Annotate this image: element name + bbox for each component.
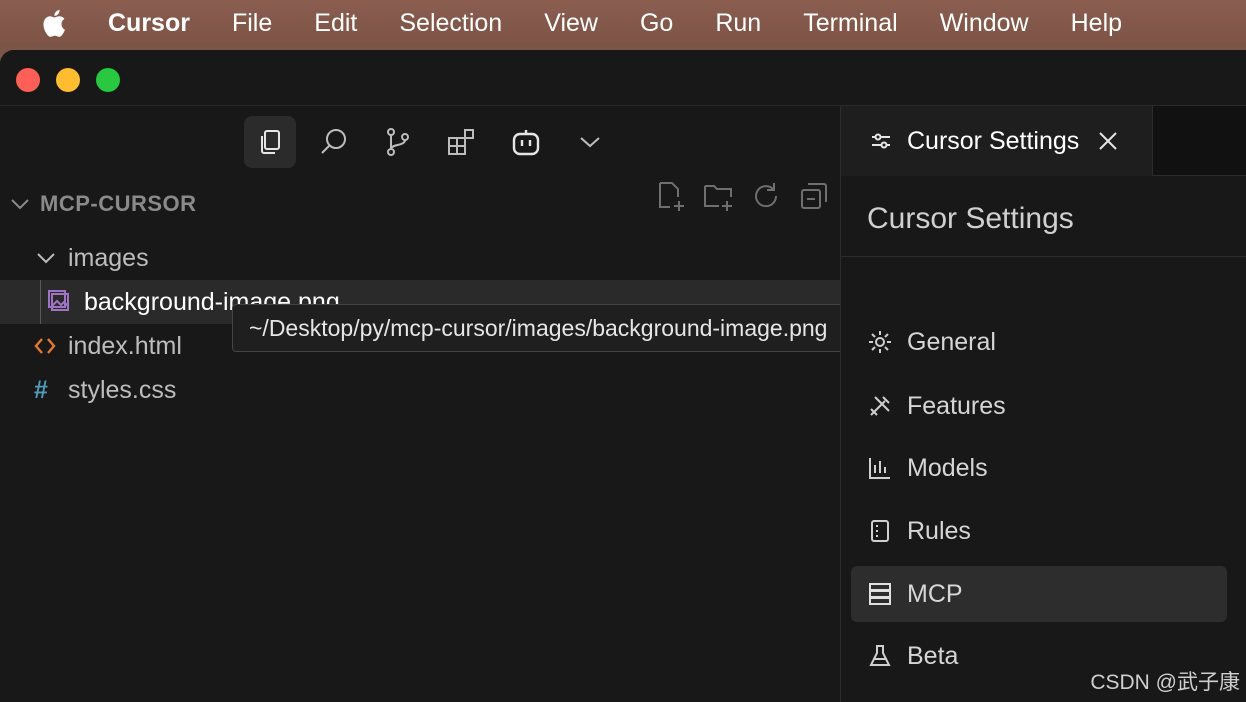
nav-item-rules[interactable]: Rules	[851, 503, 1227, 559]
chevron-down-icon	[37, 253, 55, 264]
menu-terminal[interactable]: Terminal	[803, 9, 897, 38]
collapse-all-icon[interactable]	[798, 180, 830, 212]
menu-edit[interactable]: Edit	[314, 9, 357, 38]
menu-selection[interactable]: Selection	[399, 9, 502, 38]
apple-icon[interactable]	[40, 7, 68, 39]
explorer-actions	[654, 180, 830, 212]
nav-label: Beta	[907, 641, 959, 670]
server-icon	[869, 583, 891, 605]
close-window-button[interactable]	[16, 68, 40, 92]
nav-item-general[interactable]: General	[851, 314, 1227, 370]
files-icon[interactable]	[244, 116, 296, 168]
nav-label: MCP	[907, 579, 963, 608]
nav-label: General	[907, 327, 996, 356]
tree-item-label: styles.css	[68, 375, 177, 404]
title-bar	[0, 50, 1246, 106]
new-folder-icon[interactable]	[702, 180, 734, 212]
menu-go[interactable]: Go	[640, 9, 673, 38]
tree-item-file[interactable]: # styles.css	[0, 368, 840, 412]
menu-view[interactable]: View	[544, 9, 598, 38]
indent-guide	[40, 280, 41, 324]
nav-item-features[interactable]: Features	[851, 378, 1227, 434]
tab-bar-empty	[1153, 106, 1246, 176]
flask-icon	[869, 645, 891, 666]
menu-file[interactable]: File	[232, 9, 272, 38]
watermark: CSDN @武子康	[1090, 671, 1240, 694]
menu-run[interactable]: Run	[715, 9, 761, 38]
source-control-icon[interactable]	[372, 116, 424, 168]
css-file-icon: #	[34, 375, 48, 404]
chevron-down-icon[interactable]	[564, 116, 616, 168]
extensions-icon[interactable]	[436, 116, 488, 168]
settings-sliders-icon	[872, 133, 890, 149]
refresh-icon[interactable]	[750, 180, 782, 212]
nav-label: Models	[907, 453, 988, 482]
menu-cursor[interactable]: Cursor	[108, 9, 190, 38]
tab-cursor-settings[interactable]: Cursor Settings	[841, 106, 1153, 176]
gear-icon	[869, 331, 891, 353]
tools-icon	[870, 396, 890, 416]
menu-window[interactable]: Window	[940, 9, 1029, 38]
image-file-icon	[48, 290, 69, 311]
html-file-icon	[34, 338, 56, 354]
nav-item-models[interactable]: Models	[851, 440, 1227, 496]
divider	[841, 256, 1246, 257]
chart-icon	[869, 458, 890, 479]
minimize-window-button[interactable]	[56, 68, 80, 92]
tree-item-label: images	[68, 243, 149, 272]
explorer-panel: MCP-CURSOR images background-image.png i…	[0, 106, 840, 702]
nav-label: Features	[907, 391, 1006, 420]
tree-item-folder[interactable]: images	[0, 236, 840, 280]
menu-bar: Cursor File Edit Selection View Go Run T…	[0, 0, 1246, 46]
nav-label: Rules	[907, 516, 971, 545]
tree-item-label: index.html	[68, 331, 182, 360]
close-icon[interactable]	[1097, 130, 1119, 152]
search-icon[interactable]	[308, 116, 360, 168]
tab-label: Cursor Settings	[907, 126, 1080, 155]
workspace-title: MCP-CURSOR	[40, 191, 197, 216]
new-file-icon[interactable]	[654, 180, 686, 212]
editor-window: MCP-CURSOR images background-image.png i…	[0, 50, 1246, 702]
agent-icon[interactable]	[500, 116, 552, 168]
workspace-section-header[interactable]: MCP-CURSOR	[0, 182, 840, 222]
path-tooltip: ~/Desktop/py/mcp-cursor/images/backgroun…	[232, 304, 914, 352]
menu-help[interactable]: Help	[1071, 9, 1122, 38]
zoom-window-button[interactable]	[96, 68, 120, 92]
book-icon	[871, 520, 889, 542]
page-title: Cursor Settings	[867, 202, 1074, 235]
chevron-down-icon	[11, 199, 29, 210]
nav-item-mcp[interactable]: MCP	[851, 566, 1227, 622]
settings-panel: Cursor Settings Cursor Settings General …	[840, 106, 1246, 702]
activity-bar	[244, 116, 616, 168]
